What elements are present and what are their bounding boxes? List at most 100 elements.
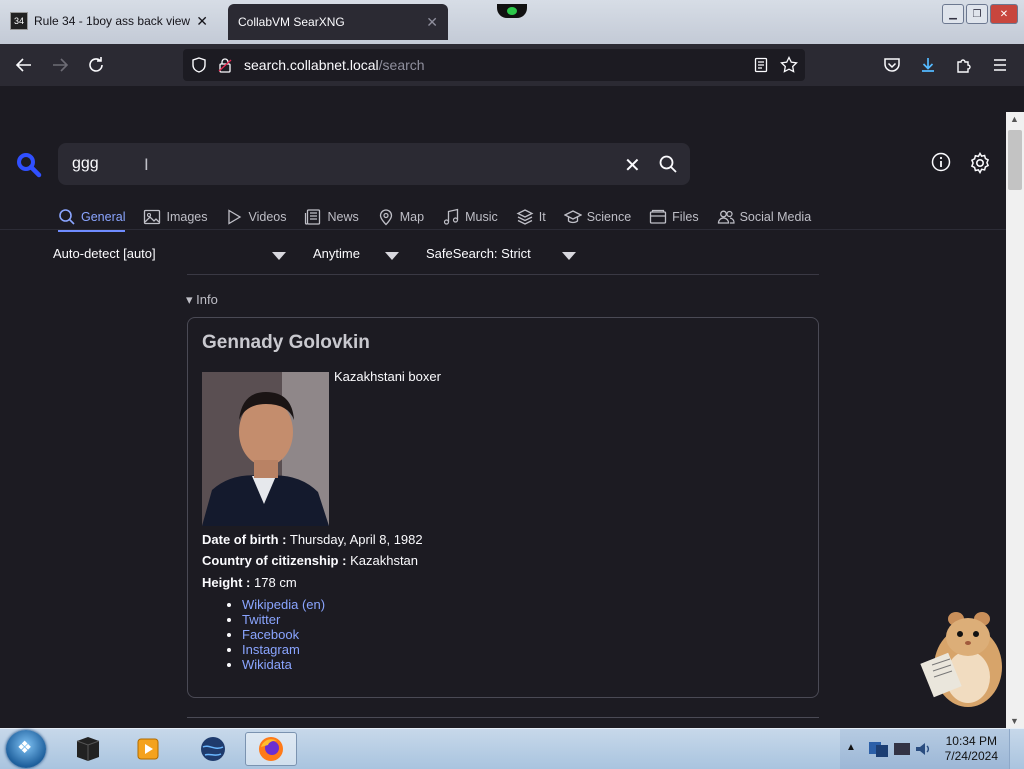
tab-label: Videos	[248, 210, 287, 224]
show-desktop-button[interactable]	[1009, 729, 1024, 769]
tab-map[interactable]: Map	[377, 204, 424, 230]
page-scrollbar[interactable]: ▲ ▼	[1006, 112, 1024, 728]
arrow-right-icon	[53, 58, 69, 72]
scroll-down-icon[interactable]: ▼	[1010, 716, 1019, 726]
downloads-button[interactable]	[916, 53, 940, 77]
newspaper-icon	[305, 209, 321, 225]
tab-social-media[interactable]: Social Media	[717, 204, 812, 230]
taskbar-app-terminal[interactable]	[62, 732, 114, 766]
maximize-button[interactable]: ❐	[966, 4, 988, 24]
navigation-toolbar: search.collabnet.local/search	[0, 44, 1024, 86]
tab-music[interactable]: Music	[442, 204, 498, 230]
map-pin-icon	[379, 209, 392, 226]
back-button[interactable]	[12, 53, 36, 77]
tab-videos[interactable]: Videos	[225, 204, 286, 230]
media-player-icon	[137, 738, 159, 760]
bookmark-star-icon[interactable]	[779, 55, 799, 75]
tab-title: Rule 34 - 1boy ass back view ba	[34, 14, 191, 28]
clock-time: 10:34 PM	[945, 734, 997, 748]
link-instagram[interactable]: Instagram	[242, 642, 300, 657]
graduation-cap-icon	[563, 210, 582, 224]
recording-indicator	[497, 4, 527, 18]
about-button[interactable]	[931, 152, 951, 177]
link-twitter[interactable]: Twitter	[242, 612, 280, 627]
searxng-logo-icon[interactable]	[16, 152, 42, 183]
puzzle-icon	[957, 59, 971, 73]
search-input[interactable]: ggg I ✕	[58, 143, 690, 185]
tab-news[interactable]: News	[304, 204, 359, 230]
safesearch-select[interactable]: SafeSearch: Strict	[426, 246, 576, 261]
tab-files[interactable]: Files	[649, 204, 699, 230]
link-wikipedia[interactable]: Wikipedia (en)	[242, 597, 325, 612]
infobox-photo[interactable]	[202, 372, 329, 526]
infobox-title[interactable]: Gennady Golovkin	[202, 332, 370, 354]
minimize-button[interactable]: ▁	[942, 4, 964, 24]
language-select[interactable]: Auto-detect [auto]	[53, 246, 286, 261]
tab-strip: 34 Rule 34 - 1boy ass back view ba ✕ Col…	[0, 0, 1024, 44]
device-icon[interactable]	[892, 739, 912, 759]
result-divider	[187, 717, 819, 718]
tab-images[interactable]: Images	[143, 204, 207, 230]
preferences-button[interactable]	[969, 152, 991, 179]
reload-button[interactable]	[84, 53, 108, 77]
music-icon	[443, 208, 459, 225]
lock-insecure-icon[interactable]	[215, 55, 235, 75]
close-tab-icon[interactable]: ✕	[196, 13, 208, 30]
scrollbar-thumb[interactable]	[1008, 130, 1022, 190]
list-item: Twitter	[242, 612, 325, 627]
infobox: Gennady Golovkin Kazakhstani boxer Date …	[187, 317, 819, 698]
tab-it[interactable]: It	[516, 204, 546, 230]
image-icon	[144, 209, 161, 225]
list-item: Wikidata	[242, 657, 325, 672]
tab-title: CollabVM SearXNG	[238, 15, 345, 29]
tab-label: News	[327, 210, 359, 224]
triangle-down-icon: ▾	[186, 292, 193, 307]
shield-icon[interactable]	[189, 55, 209, 75]
search-query: ggg	[72, 155, 99, 172]
volume-icon[interactable]	[914, 740, 932, 758]
search-icon	[59, 209, 75, 225]
info-toggle[interactable]: ▾ Info	[186, 292, 218, 308]
show-hidden-icons-icon[interactable]: ▲	[846, 742, 856, 753]
address-bar[interactable]: search.collabnet.local/search	[183, 49, 805, 81]
attribute-row: Country of citizenship : Kazakhstan	[202, 553, 419, 568]
close-tab-icon[interactable]: ✕	[426, 14, 438, 31]
taskbar-app-firefox[interactable]	[245, 732, 297, 766]
pocket-button[interactable]	[880, 53, 904, 77]
info-icon	[931, 152, 951, 172]
taskbar-clock[interactable]: 10:34 PM 7/24/2024	[945, 734, 998, 764]
hamster-mascot-icon	[920, 605, 1006, 709]
search-submit-button[interactable]	[658, 154, 678, 179]
forward-button[interactable]	[48, 53, 72, 77]
link-wikidata[interactable]: Wikidata	[242, 657, 292, 672]
gear-icon	[970, 152, 990, 175]
windows-taskbar: ▲ 10:34 PM 7/24/2024	[0, 728, 1024, 769]
link-facebook[interactable]: Facebook	[242, 627, 299, 642]
taskbar-app-media-player[interactable]	[122, 732, 174, 766]
reader-view-icon[interactable]	[751, 55, 771, 75]
start-button[interactable]	[6, 730, 46, 768]
network-icon[interactable]	[868, 739, 890, 759]
hamburger-menu-icon	[994, 59, 1006, 71]
list-item: Wikipedia (en)	[242, 597, 325, 612]
tab-rule34[interactable]: 34 Rule 34 - 1boy ass back view ba ✕	[0, 2, 218, 40]
time-range-select[interactable]: Anytime	[313, 246, 399, 261]
cube-app-icon	[76, 737, 100, 761]
attribute-row: Height : 178 cm	[202, 575, 297, 590]
clock-date: 7/24/2024	[944, 749, 998, 763]
tab-label: Social Media	[739, 210, 812, 224]
extensions-button[interactable]	[952, 53, 976, 77]
tab-general[interactable]: General	[58, 204, 126, 232]
firefox-icon	[259, 737, 283, 761]
close-window-button[interactable]: ✕	[990, 4, 1018, 24]
pocket-icon	[884, 58, 900, 72]
filter-divider	[187, 274, 819, 275]
menu-button[interactable]	[988, 53, 1012, 77]
category-tabs: General Images Videos News Map Music It	[58, 204, 829, 232]
scroll-up-icon[interactable]: ▲	[1010, 114, 1019, 124]
clear-search-button[interactable]: ✕	[624, 153, 641, 178]
tab-searxng[interactable]: CollabVM SearXNG ✕	[228, 4, 448, 40]
taskbar-app-globe[interactable]	[187, 732, 239, 766]
tab-science[interactable]: Science	[563, 204, 631, 230]
category-divider	[0, 229, 1006, 230]
